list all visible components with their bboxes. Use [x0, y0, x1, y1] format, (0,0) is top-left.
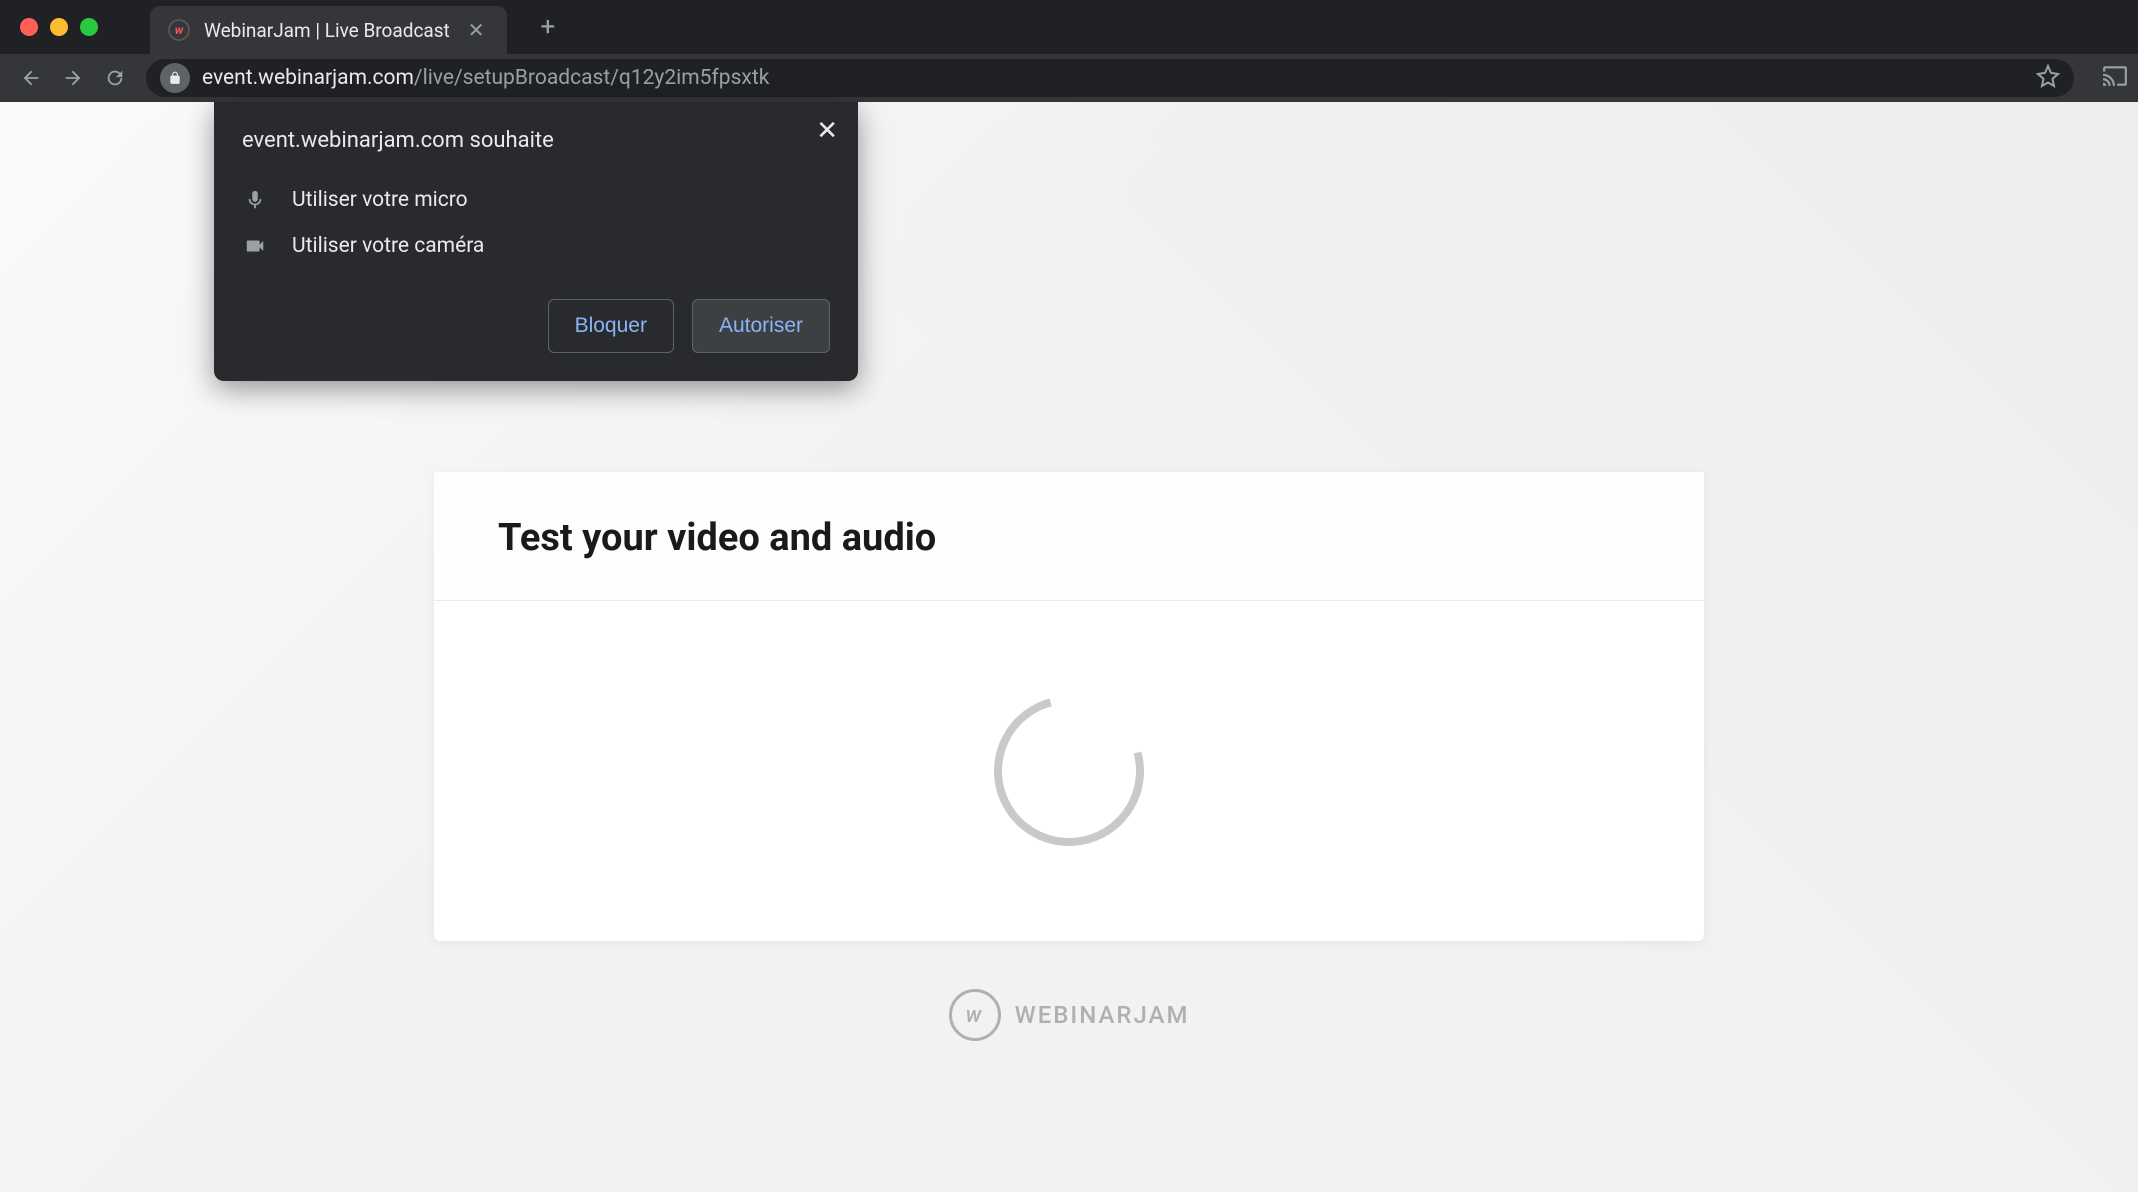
browser-tab[interactable]: w WebinarJam | Live Broadcast ✕ [150, 6, 507, 54]
dialog-title: event.webinarjam.com souhaite [242, 128, 830, 153]
permission-camera-label: Utiliser votre caméra [292, 234, 484, 258]
browser-toolbar: event.webinarjam.com/live/setupBroadcast… [0, 54, 2138, 102]
brand-name: WEBINARJAM [1015, 1001, 1190, 1029]
window-minimize-button[interactable] [50, 18, 68, 36]
tab-close-icon[interactable]: ✕ [464, 18, 489, 42]
dialog-button-row: Bloquer Autoriser [242, 299, 830, 353]
reload-icon [104, 67, 126, 89]
permission-row-microphone: Utiliser votre micro [242, 177, 830, 223]
brand-logo-icon: w [949, 989, 1001, 1041]
test-av-card: Test your video and audio [434, 472, 1704, 941]
permission-dialog: ✕ event.webinarjam.com souhaite Utiliser… [214, 102, 858, 381]
camera-icon [242, 233, 268, 259]
cast-icon[interactable] [2102, 63, 2128, 93]
arrow-left-icon [20, 67, 42, 89]
url-domain: event.webinarjam.com [202, 66, 414, 90]
microphone-icon [242, 187, 268, 213]
bookmark-star-icon[interactable] [2036, 64, 2060, 92]
footer-brand: w WEBINARJAM [949, 989, 1190, 1041]
loading-spinner-icon [967, 669, 1172, 874]
new-tab-button[interactable]: + [531, 6, 566, 48]
arrow-right-icon [62, 67, 84, 89]
window-controls [12, 18, 114, 36]
card-header: Test your video and audio [434, 472, 1704, 601]
forward-button[interactable] [52, 57, 94, 99]
page-content: ✕ event.webinarjam.com souhaite Utiliser… [0, 102, 2138, 1192]
permission-row-camera: Utiliser votre caméra [242, 223, 830, 269]
address-bar[interactable]: event.webinarjam.com/live/setupBroadcast… [146, 59, 2074, 97]
permission-microphone-label: Utiliser votre micro [292, 188, 468, 212]
window-maximize-button[interactable] [80, 18, 98, 36]
window-close-button[interactable] [20, 18, 38, 36]
lock-icon[interactable] [160, 63, 190, 93]
tab-favicon-icon: w [168, 19, 190, 41]
card-body [434, 601, 1704, 941]
dialog-close-icon[interactable]: ✕ [816, 116, 838, 146]
block-button[interactable]: Bloquer [548, 299, 674, 353]
url-path: /live/setupBroadcast/q12y2im5fpsxtk [414, 66, 769, 90]
reload-button[interactable] [94, 57, 136, 99]
back-button[interactable] [10, 57, 52, 99]
tab-title: WebinarJam | Live Broadcast [204, 19, 450, 42]
card-title: Test your video and audio [498, 516, 1640, 560]
browser-tab-bar: w WebinarJam | Live Broadcast ✕ + [0, 0, 2138, 54]
url-text: event.webinarjam.com/live/setupBroadcast… [202, 66, 2024, 90]
allow-button[interactable]: Autoriser [692, 299, 830, 353]
